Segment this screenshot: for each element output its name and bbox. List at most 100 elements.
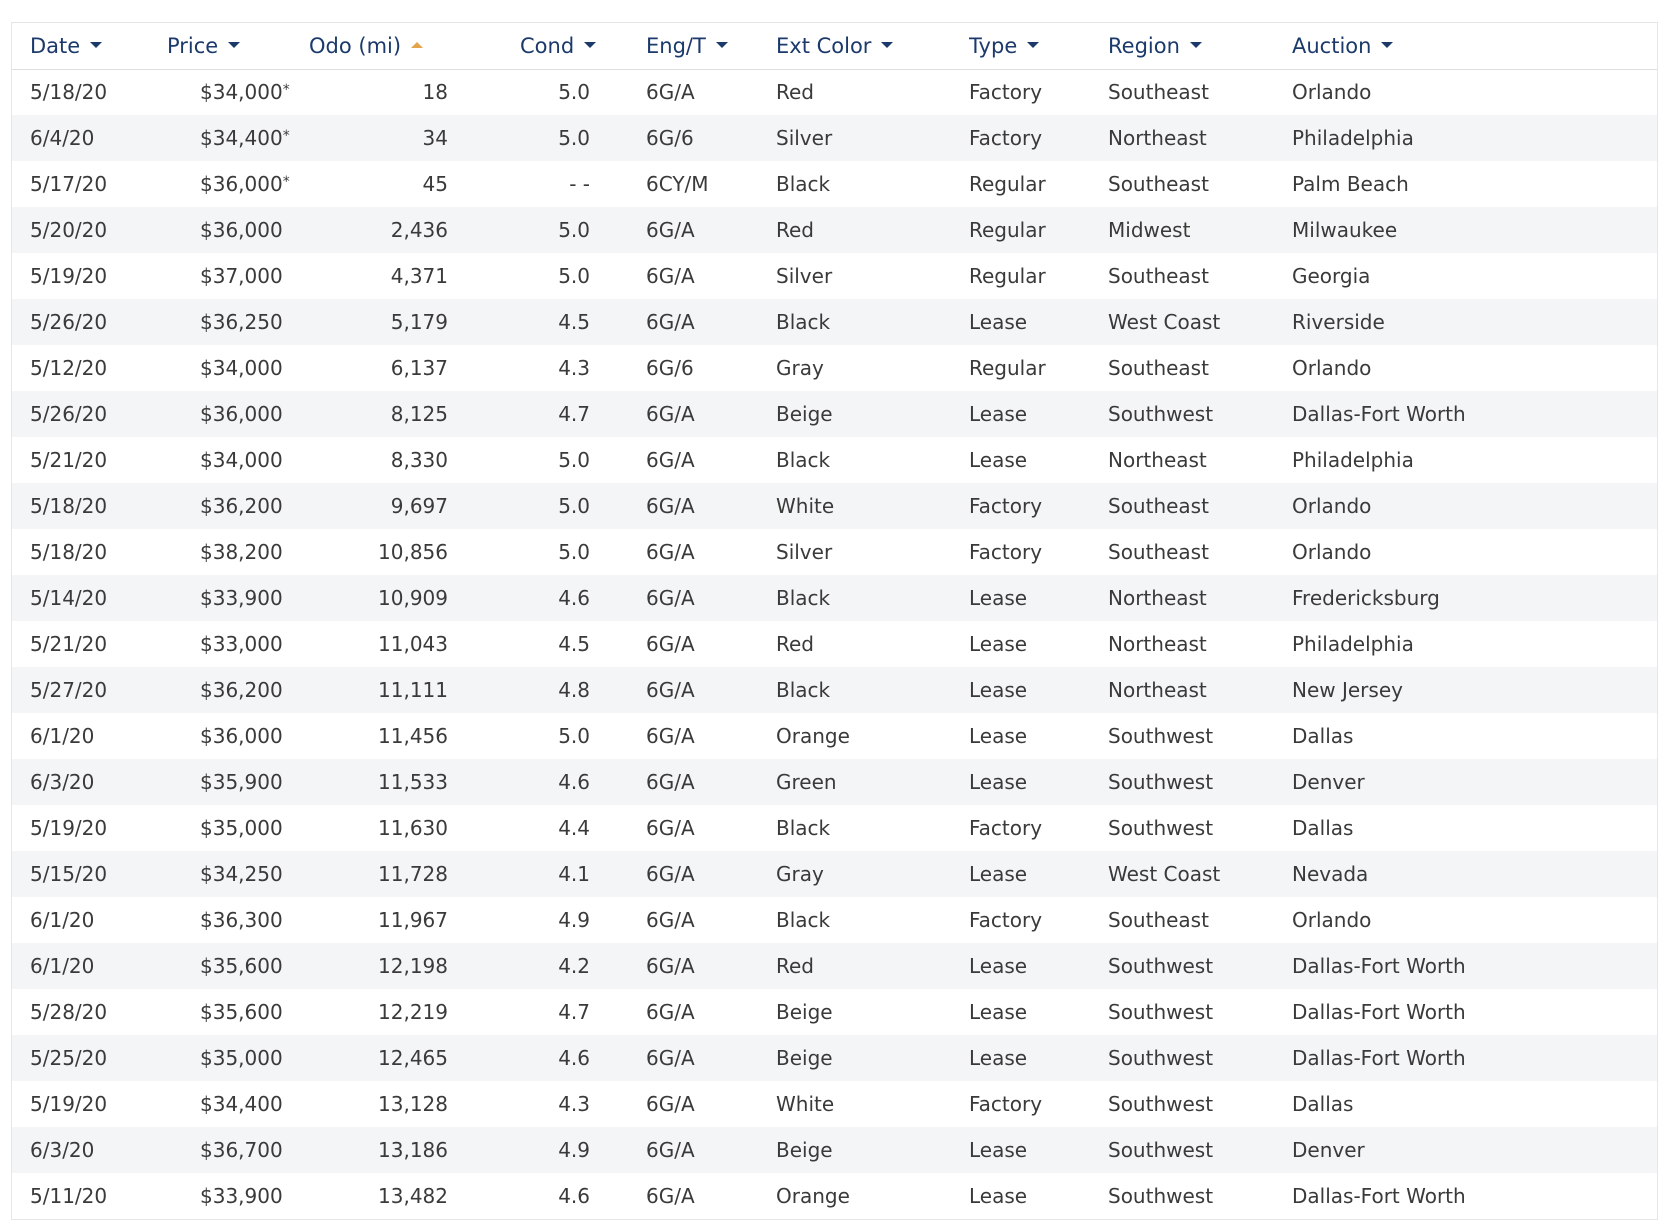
table-row[interactable]: 5/17/20 $36,000* 45 - - 6CY/M Black Regular Sou… [12,161,1657,207]
auction-results-table-container: Date Price Odo (mi) Cond Eng/T Ext Color Type R… [11,22,1658,1220]
cell-type: Factory [969,69,1108,115]
table-row[interactable]: 5/19/20 $34,400 13,128 4.3 6G/A White Factory S… [12,1081,1657,1127]
cell-region-value: Southwest [1108,1092,1214,1116]
column-header-odo[interactable]: Odo (mi) [302,23,484,69]
cell-auction-value: Orlando [1292,494,1372,518]
cell-auction-value: Dallas-Fort Worth [1292,1184,1466,1208]
cell-odo-value: 12,465 [378,1046,448,1070]
cell-auction-value: Georgia [1292,264,1371,288]
cell-odo: 10,856 [302,529,484,575]
cell-region-value: Southeast [1108,494,1209,518]
cell-type-value: Lease [969,1184,1028,1208]
column-header-auction[interactable]: Auction [1292,23,1657,69]
cell-eng-value: 6G/A [646,770,695,794]
table-row[interactable]: 5/20/20 $36,000 2,436 5.0 6G/A Red Regular Midw… [12,207,1657,253]
table-row[interactable]: 5/18/20 $38,200 10,856 5.0 6G/A Silver Factory… [12,529,1657,575]
cell-eng-value: 6G/A [646,632,695,656]
sort-dropdown-icon[interactable] [228,41,241,48]
sort-dropdown-icon[interactable] [881,41,894,48]
cell-eng-value: 6G/6 [646,126,694,150]
cell-type-value: Factory [969,126,1043,150]
cell-cond-value: 4.7 [558,402,590,426]
cell-auction: Philadelphia [1292,437,1657,483]
cell-cond: 4.8 [484,667,627,713]
table-row[interactable]: 5/19/20 $35,000 11,630 4.4 6G/A Black Factory S… [12,805,1657,851]
sort-dropdown-icon[interactable] [1381,41,1394,48]
cell-color: Black [776,667,969,713]
sort-ascending-icon[interactable] [411,41,424,48]
cell-eng: 6G/A [627,437,776,483]
table-row[interactable]: 6/3/20 $35,900 11,533 4.6 6G/A Green Lease Sout… [12,759,1657,805]
table-row[interactable]: 5/28/20 $35,600 12,219 4.7 6G/A Beige Lease Sou… [12,989,1657,1035]
table-row[interactable]: 6/3/20 $36,700 13,186 4.9 6G/A Beige Lease Sout… [12,1127,1657,1173]
cell-auction: Dallas-Fort Worth [1292,1173,1657,1219]
cell-auction: Philadelphia [1292,621,1657,667]
cell-region-value: Southwest [1108,770,1214,794]
cell-price-value: $35,900 [200,770,283,794]
table-row[interactable]: 6/4/20 $34,400* 34 5.0 6G/6 Silver Factory Nort… [12,115,1657,161]
cell-type-value: Regular [969,172,1046,196]
column-header-date[interactable]: Date [12,23,157,69]
cell-eng: 6G/6 [627,345,776,391]
cell-region: Southeast [1108,161,1292,207]
cell-odo-value: 4,371 [390,264,448,288]
table-row[interactable]: 5/25/20 $35,000 12,465 4.6 6G/A Beige Lease Sou… [12,1035,1657,1081]
column-header-region[interactable]: Region [1108,23,1292,69]
cell-type-value: Lease [969,448,1028,472]
table-row[interactable]: 5/26/20 $36,000 8,125 4.7 6G/A Beige Lease Sout… [12,391,1657,437]
cell-price-value: $36,700 [200,1138,283,1162]
cell-price: $34,000 [157,345,302,391]
column-header-eng[interactable]: Eng/T [627,23,776,69]
column-header-color[interactable]: Ext Color [776,23,969,69]
cell-cond: 4.4 [484,805,627,851]
cell-date-value: 5/25/20 [30,1046,108,1070]
cell-date-value: 6/3/20 [30,1138,95,1162]
cell-price-value: $36,000 [200,218,283,242]
sort-dropdown-icon[interactable] [90,41,103,48]
table-row[interactable]: 5/21/20 $33,000 11,043 4.5 6G/A Red Lease North… [12,621,1657,667]
cell-type-value: Lease [969,678,1028,702]
sort-dropdown-icon[interactable] [715,41,728,48]
table-row[interactable]: 5/15/20 $34,250 11,728 4.1 6G/A Gray Lease West… [12,851,1657,897]
column-header-price[interactable]: Price [157,23,302,69]
cell-odo-value: 6,137 [390,356,448,380]
cell-type-value: Lease [969,310,1028,334]
table-row[interactable]: 6/1/20 $36,300 11,967 4.9 6G/A Black Factory So… [12,897,1657,943]
table-row[interactable]: 5/27/20 $36,200 11,111 4.8 6G/A Black Lease Nor… [12,667,1657,713]
cell-color: Black [776,437,969,483]
cell-odo-value: 11,111 [378,678,448,702]
table-row[interactable]: 5/26/20 $36,250 5,179 4.5 6G/A Black Lease West… [12,299,1657,345]
sort-dropdown-icon[interactable] [584,41,597,48]
cell-color: Green [776,759,969,805]
cell-odo-value: 11,533 [378,770,448,794]
cell-region-value: Southeast [1108,80,1209,105]
cell-odo: 13,186 [302,1127,484,1173]
cell-odo: 11,533 [302,759,484,805]
sort-dropdown-icon[interactable] [1027,41,1040,48]
cell-date-value: 6/3/20 [30,770,95,794]
cell-region-value: Southwest [1108,1138,1214,1162]
cell-color: Beige [776,1127,969,1173]
sort-dropdown-icon[interactable] [1189,41,1202,48]
cell-cond-value: 4.7 [558,1000,590,1024]
cell-color-value: Red [776,954,814,978]
cell-cond: 5.0 [484,713,627,759]
cell-eng: 6G/A [627,575,776,621]
cell-auction-value: Dallas [1292,1092,1354,1116]
cell-odo: 11,728 [302,851,484,897]
table-row[interactable]: 6/1/20 $36,000 11,456 5.0 6G/A Orange Lease Sou… [12,713,1657,759]
table-row[interactable]: 5/11/20 $33,900 13,482 4.6 6G/A Orange Lease So… [12,1173,1657,1219]
cell-price-value: $38,200 [200,540,283,564]
table-row[interactable]: 5/21/20 $34,000 8,330 5.0 6G/A Black Lease Nort… [12,437,1657,483]
table-row[interactable]: 5/12/20 $34,000 6,137 4.3 6G/6 Gray Regular Sou… [12,345,1657,391]
cell-odo-value: 13,128 [378,1092,448,1116]
table-row[interactable]: 5/19/20 $37,000 4,371 5.0 6G/A Silver Regular S… [12,253,1657,299]
column-header-cond[interactable]: Cond [484,23,627,69]
cell-cond: 5.0 [484,207,627,253]
table-row[interactable]: 5/18/20 $36,200 9,697 5.0 6G/A White Factory So… [12,483,1657,529]
table-row[interactable]: 5/18/20 $34,000* 18 5.0 6G/A Red Factory Southe… [12,69,1657,115]
table-row[interactable]: 5/14/20 $33,900 10,909 4.6 6G/A Black Lease Nor… [12,575,1657,621]
table-row[interactable]: 6/1/20 $35,600 12,198 4.2 6G/A Red Lease Southw… [12,943,1657,989]
column-header-type[interactable]: Type [969,23,1108,69]
cell-eng-value: 6G/A [646,908,695,932]
